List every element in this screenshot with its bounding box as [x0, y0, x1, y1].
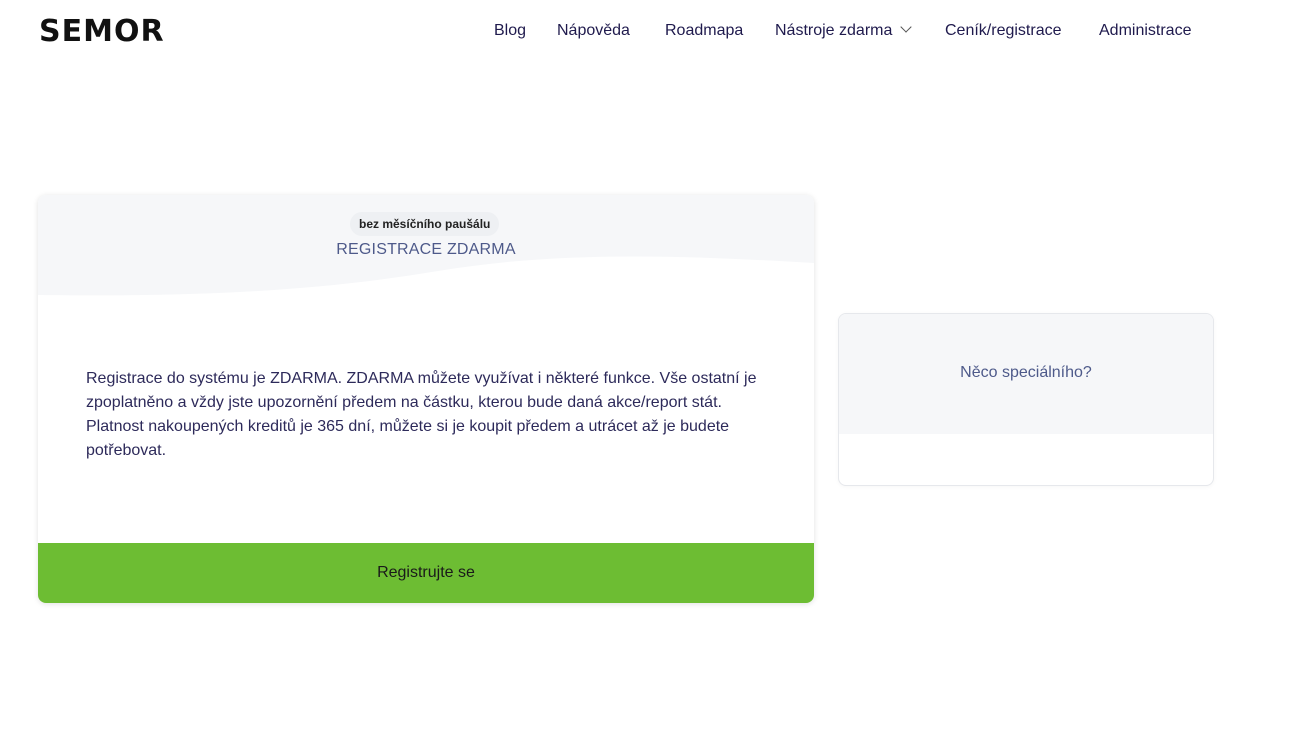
- semor-logo[interactable]: SEMOR: [39, 14, 165, 50]
- free-registration-card: bez měsíčního paušálu REGISTRACE ZDARMA …: [38, 195, 814, 603]
- chevron-down-icon: [900, 21, 913, 33]
- nav-nastroje-zdarma[interactable]: Nástroje zdarma: [775, 20, 913, 42]
- special-offer-card[interactable]: Něco speciálního?: [838, 313, 1214, 486]
- plan-title: REGISTRACE ZDARMA: [336, 241, 516, 258]
- register-button[interactable]: Registrujte se: [38, 543, 814, 603]
- site-header: SEMOR Blog Nápověda Roadmapa Nástroje zd…: [0, 0, 1292, 64]
- plan-badge: bez měsíčního paušálu: [350, 212, 500, 236]
- nav-cenik-registrace[interactable]: Ceník/registrace: [945, 20, 1062, 42]
- nav-roadmapa[interactable]: Roadmapa: [665, 20, 743, 42]
- nav-blog[interactable]: Blog: [494, 20, 526, 42]
- nav-napoveda[interactable]: Nápověda: [557, 20, 630, 42]
- plan-description: Registrace do systému je ZDARMA. ZDARMA …: [86, 370, 757, 459]
- special-card-title: Něco speciálního?: [960, 364, 1092, 381]
- nav-nastroje-zdarma-label: Nástroje zdarma: [775, 22, 893, 39]
- nav-administrace[interactable]: Administrace: [1099, 20, 1191, 42]
